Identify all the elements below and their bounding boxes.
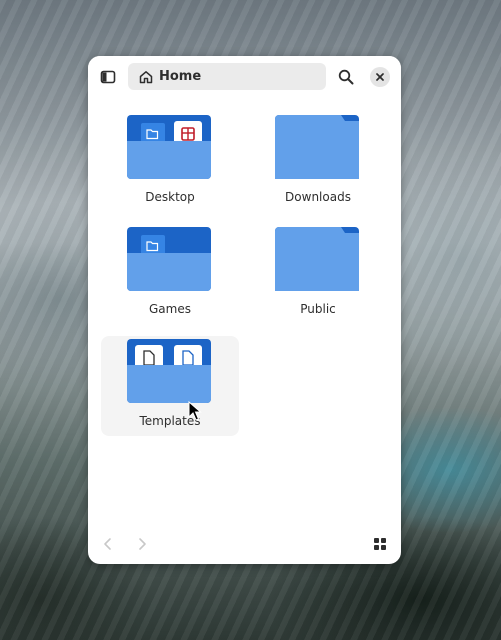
sidebar-toggle-button[interactable] — [98, 67, 118, 87]
chevron-right-icon — [139, 538, 146, 550]
header-bar: Home — [88, 56, 401, 98]
folder-item-templates[interactable]: Templates — [101, 336, 239, 436]
search-icon — [338, 69, 354, 85]
view-toggle-button[interactable] — [370, 534, 390, 554]
folder-label: Templates — [139, 414, 201, 428]
back-button[interactable] — [98, 534, 118, 554]
folder-icon — [127, 115, 211, 179]
location-label: Home — [159, 69, 202, 84]
folder-item-games[interactable]: Games — [101, 224, 239, 324]
folder-item-public[interactable]: Public — [249, 224, 387, 324]
folder-label: Games — [149, 302, 191, 316]
location-bar[interactable]: Home — [128, 63, 326, 90]
folder-label: Desktop — [145, 190, 195, 204]
grid-view-icon — [374, 538, 386, 550]
close-button[interactable] — [370, 67, 390, 87]
chevron-left-icon — [104, 538, 111, 550]
close-icon — [376, 73, 384, 81]
sidebar-icon — [100, 70, 116, 84]
file-manager-window: Home Desktop Downloads Games Public Temp… — [88, 56, 401, 564]
folder-label: Public — [300, 302, 336, 316]
folder-icon — [275, 115, 359, 179]
home-icon — [138, 69, 154, 85]
folder-item-downloads[interactable]: Downloads — [249, 112, 387, 212]
forward-button[interactable] — [132, 534, 152, 554]
mouse-pointer-icon — [188, 401, 202, 421]
folder-icon — [127, 339, 211, 403]
folder-item-desktop[interactable]: Desktop — [101, 112, 239, 212]
search-button[interactable] — [336, 67, 356, 87]
folder-label: Downloads — [285, 190, 351, 204]
folder-icon — [127, 227, 211, 291]
folder-icon — [275, 227, 359, 291]
